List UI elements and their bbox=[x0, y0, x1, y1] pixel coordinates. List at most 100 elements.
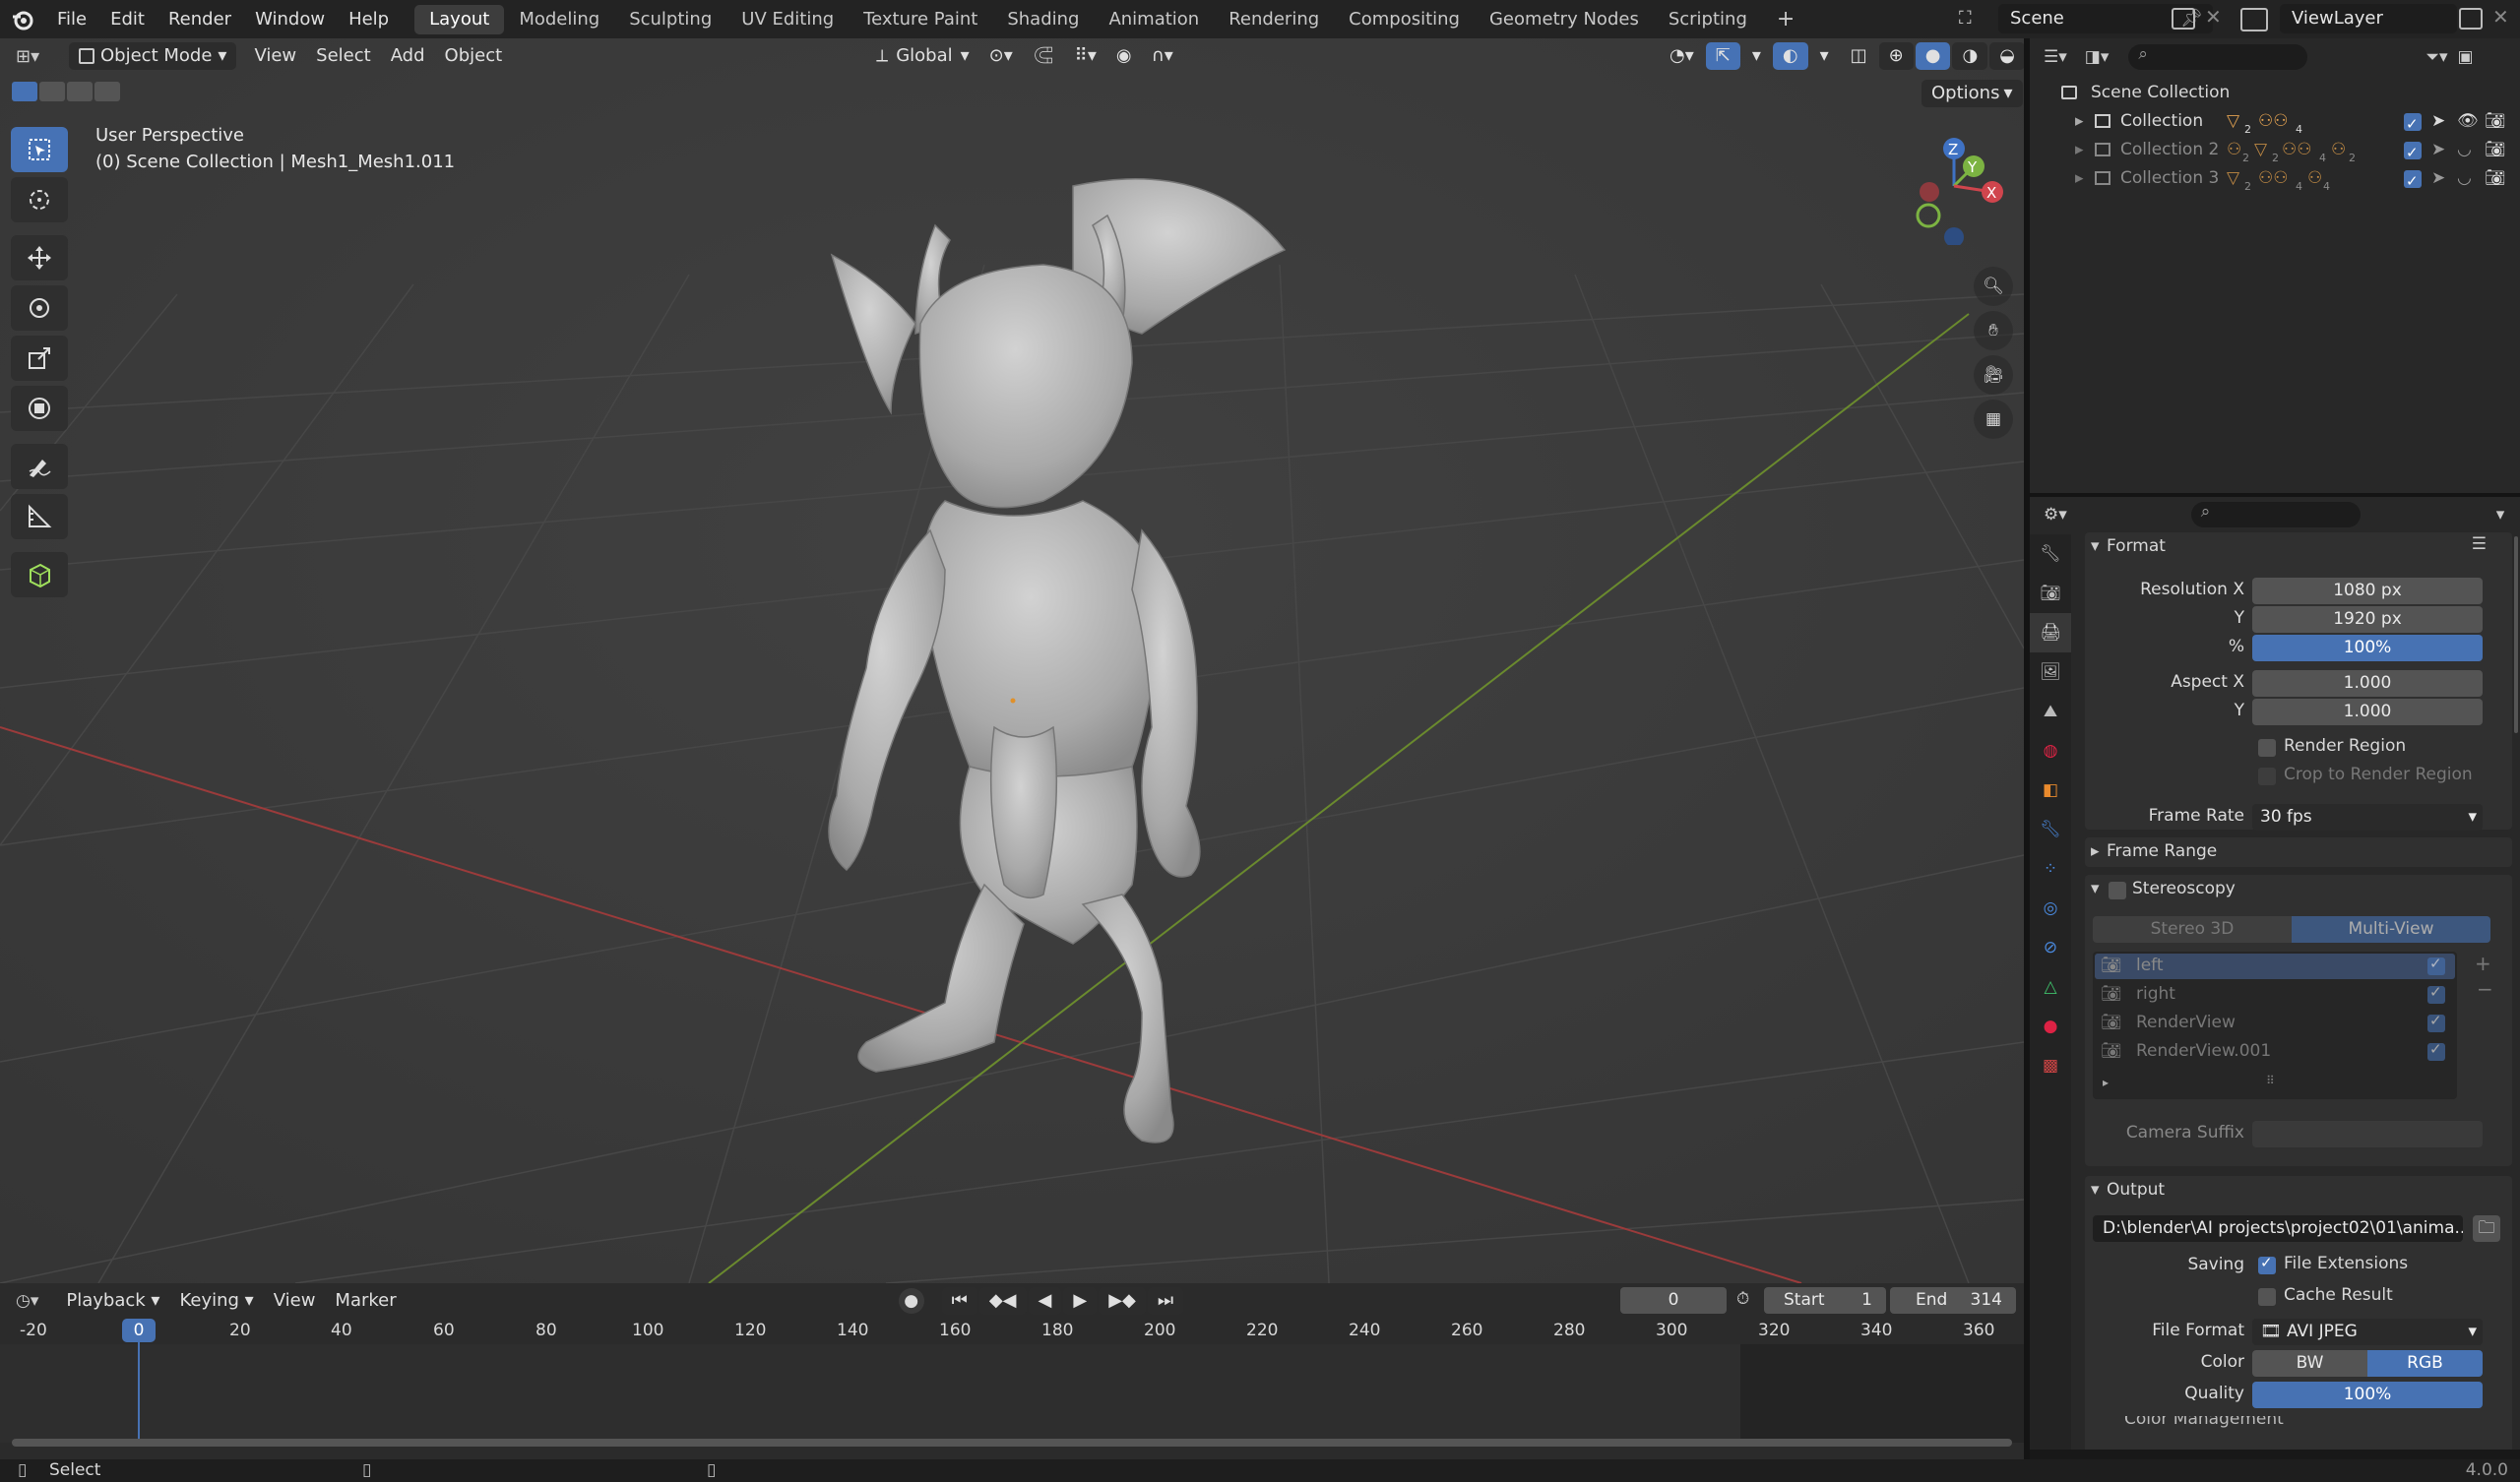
properties-scrollbar[interactable] bbox=[2514, 536, 2518, 733]
tab-geometry-nodes[interactable]: Geometry Nodes bbox=[1475, 5, 1654, 34]
remove-view-icon[interactable]: − bbox=[2477, 977, 2493, 1001]
mesh-icon[interactable]: ▽ bbox=[2254, 136, 2267, 164]
select-arrow-icon[interactable]: ➤ bbox=[2431, 164, 2445, 193]
stereo-3d-tab[interactable]: Stereo 3D bbox=[2093, 916, 2292, 943]
armature-icon[interactable]: ⚇⚇ bbox=[2258, 164, 2288, 193]
timeline-view-menu[interactable]: View bbox=[264, 1287, 326, 1315]
object-tab-icon[interactable]: ◧ bbox=[2030, 771, 2071, 810]
camera-icon[interactable]: 📷︎ bbox=[2485, 164, 2506, 193]
outliner-row-collection[interactable]: ▸ Collection ▽2 ⚇⚇4 ➤ 👁︎ 📷︎ bbox=[2030, 107, 2520, 139]
menu-select[interactable]: Select bbox=[306, 42, 381, 70]
orientation-selector[interactable]: ⟂ Global ▾ bbox=[866, 42, 978, 70]
world-tab-icon[interactable]: ◍ bbox=[2030, 731, 2071, 771]
scene-icon[interactable]: ⛶ bbox=[1959, 8, 1988, 31]
pan-hand-icon[interactable]: ✋︎ bbox=[1974, 311, 2013, 350]
editor-type-icon[interactable]: ◷▾ bbox=[16, 1291, 38, 1311]
constraints-tab-icon[interactable]: ⊘ bbox=[2030, 928, 2071, 967]
panel-collapse-icon[interactable]: ▾ bbox=[2091, 536, 2100, 556]
color-bw-option[interactable]: BW bbox=[2252, 1350, 2367, 1377]
tab-animation[interactable]: Animation bbox=[1094, 5, 1214, 34]
tab-texture-paint[interactable]: Texture Paint bbox=[849, 5, 992, 34]
eye-icon[interactable]: 👁︎ bbox=[2457, 107, 2479, 136]
frame-ruler[interactable]: -20 20 40 60 80 100 120 140 160 180 200 … bbox=[0, 1319, 2024, 1344]
bone-icon[interactable]: ⚇ bbox=[2331, 136, 2346, 164]
select-arrow-icon[interactable]: ➤ bbox=[2431, 136, 2445, 164]
physics-tab-icon[interactable]: ◎ bbox=[2030, 889, 2071, 928]
camera-suffix-field[interactable] bbox=[2252, 1121, 2483, 1147]
properties-search-input[interactable]: ⌕ bbox=[2190, 502, 2361, 527]
panel-expand-icon[interactable]: ▸ bbox=[2091, 841, 2100, 861]
end-frame-field[interactable]: End 314 bbox=[1890, 1287, 2016, 1314]
add-cube-tool-icon[interactable] bbox=[11, 552, 68, 597]
timeline-scrollbar[interactable] bbox=[12, 1439, 2012, 1447]
overlay-toggle-icon[interactable]: ◐ bbox=[1772, 42, 1808, 70]
camera-view-icon[interactable]: 🎥︎ bbox=[1974, 355, 2013, 395]
exclude-checkbox[interactable] bbox=[2404, 167, 2422, 196]
display-mode-icon[interactable]: ◨▾ bbox=[2085, 47, 2110, 67]
goblin-model[interactable] bbox=[0, 38, 2024, 1283]
view-enabled-checkbox[interactable] bbox=[2427, 1012, 2445, 1032]
jump-end-icon[interactable]: ⏭ bbox=[1147, 1287, 1184, 1315]
output-path-field[interactable]: D:\blender\AI projects\project02\01\anim… bbox=[2093, 1215, 2463, 1242]
resolution-x-field[interactable]: 1080 px bbox=[2252, 578, 2483, 604]
menu-view[interactable]: View bbox=[244, 42, 306, 70]
tab-scripting[interactable]: Scripting bbox=[1654, 5, 1762, 34]
crop-region-checkbox[interactable] bbox=[2258, 768, 2276, 785]
render-tab-icon[interactable]: 📷︎ bbox=[2030, 574, 2071, 613]
eye-closed-icon[interactable]: ◡ bbox=[2457, 136, 2472, 164]
frame-range-panel[interactable]: ▸ Frame Range bbox=[2085, 837, 2512, 867]
playhead-line[interactable] bbox=[138, 1338, 140, 1443]
tab-rendering[interactable]: Rendering bbox=[1214, 5, 1334, 34]
multi-view-tab[interactable]: Multi-View bbox=[2292, 916, 2490, 943]
new-collection-icon[interactable]: ▣ bbox=[2458, 47, 2474, 67]
view-enabled-checkbox[interactable] bbox=[2427, 983, 2445, 1004]
expand-arrow-icon[interactable]: ▸ bbox=[2075, 136, 2084, 164]
mesh-icon[interactable]: ▽ bbox=[2227, 164, 2239, 193]
armature-icon[interactable]: ⚇ bbox=[2227, 136, 2241, 164]
tab-layout[interactable]: Layout bbox=[414, 4, 505, 34]
select-new-icon[interactable] bbox=[12, 82, 37, 101]
bone-icon[interactable]: ⚇ bbox=[2307, 164, 2322, 193]
view-row-right[interactable]: 📷︎ right bbox=[2095, 982, 2455, 1008]
annotate-tool-icon[interactable] bbox=[11, 444, 68, 489]
options-button[interactable]: Options ▾ bbox=[1922, 80, 2023, 107]
jump-keyframe-forward-icon[interactable]: ▶◆ bbox=[1099, 1287, 1146, 1315]
jump-keyframe-back-icon[interactable]: ◆◀ bbox=[978, 1287, 1027, 1315]
format-panel-title[interactable]: Format bbox=[2107, 536, 2166, 556]
chevron-down-icon[interactable]: ▾ bbox=[2496, 505, 2505, 525]
outliner-search-input[interactable]: ⌕ bbox=[2128, 44, 2308, 70]
timeline-track-area[interactable] bbox=[0, 1338, 2024, 1443]
eye-closed-icon[interactable]: ◡ bbox=[2457, 164, 2472, 193]
armature-icon[interactable]: ⚇⚇ bbox=[2282, 136, 2311, 164]
expand-arrow-icon[interactable]: ▸ bbox=[2075, 107, 2084, 136]
stereoscopy-checkbox[interactable] bbox=[2109, 882, 2126, 899]
play-icon[interactable]: ▶ bbox=[1063, 1287, 1098, 1315]
navigation-gizmo[interactable]: Z Y X bbox=[1895, 127, 2013, 245]
playback-menu[interactable]: Playback ▾ bbox=[56, 1287, 169, 1315]
cursor-tool-icon[interactable] bbox=[11, 177, 68, 222]
aspect-y-field[interactable]: 1.000 bbox=[2252, 699, 2483, 725]
select-arrow-icon[interactable]: ➤ bbox=[2431, 107, 2445, 136]
play-reverse-icon[interactable]: ◀ bbox=[1028, 1287, 1062, 1315]
color-management-title[interactable]: Color Management bbox=[2124, 1416, 2284, 1428]
panel-collapse-icon[interactable]: ▾ bbox=[2091, 879, 2100, 898]
measure-tool-icon[interactable] bbox=[11, 494, 68, 539]
tab-modeling[interactable]: Modeling bbox=[504, 5, 614, 34]
viewport-3d[interactable]: ⊞▾ Object Mode ▾ View Select Add Object ⟂… bbox=[0, 38, 2024, 1283]
aspect-x-field[interactable]: 1.000 bbox=[2252, 670, 2483, 697]
new-view-layer-icon[interactable] bbox=[2459, 8, 2483, 30]
filter-icon[interactable]: ⏷▾ bbox=[2426, 47, 2447, 67]
pivot-icon[interactable]: ⊙▾ bbox=[979, 42, 1023, 70]
file-extensions-checkbox[interactable] bbox=[2258, 1254, 2276, 1274]
scene-tab-icon[interactable]: ⛰︎ bbox=[2030, 692, 2071, 731]
keying-menu[interactable]: Keying ▾ bbox=[169, 1287, 263, 1315]
exclude-checkbox[interactable] bbox=[2404, 110, 2422, 139]
modifier-tab-icon[interactable]: 🔧︎ bbox=[2030, 810, 2071, 849]
new-scene-icon[interactable] bbox=[2172, 8, 2195, 30]
editor-type-icon[interactable]: ⚙▾ bbox=[2044, 505, 2067, 525]
close-scene-icon[interactable]: ✕ bbox=[2205, 5, 2222, 29]
tab-sculpting[interactable]: Sculpting bbox=[614, 5, 726, 34]
file-format-select[interactable]: 🎞︎ AVI JPEG ▾ bbox=[2252, 1319, 2483, 1345]
menu-help[interactable]: Help bbox=[337, 9, 401, 30]
resolution-y-field[interactable]: 1920 px bbox=[2252, 606, 2483, 633]
